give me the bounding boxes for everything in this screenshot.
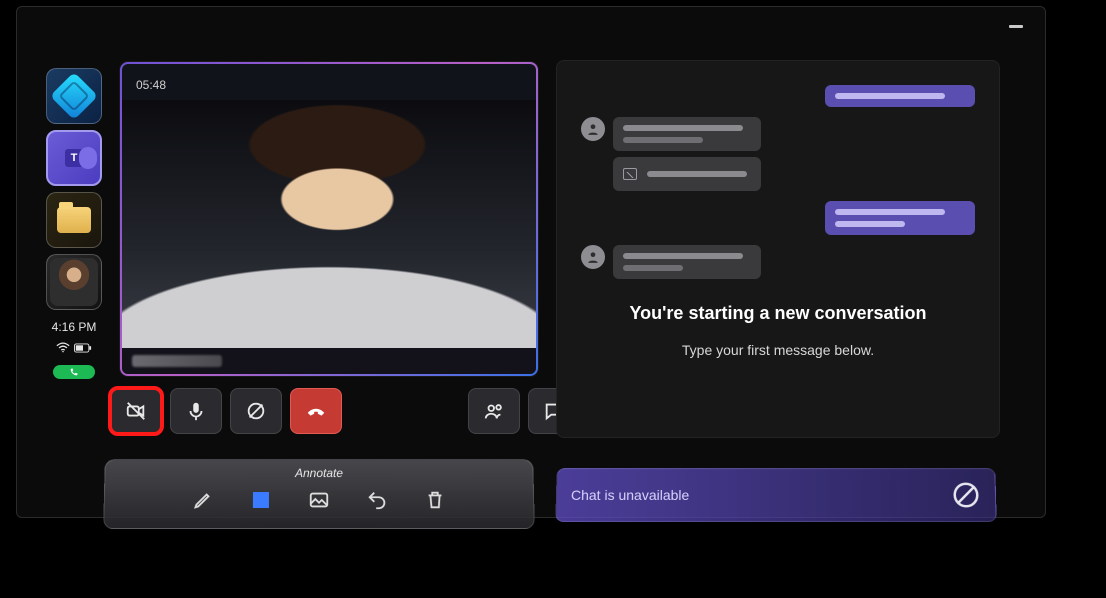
status-icons [56,342,92,353]
hangup-button[interactable] [290,388,342,434]
remote-video [122,100,536,348]
chat-empty-title: You're starting a new conversation [581,303,975,324]
undo-icon [366,489,388,511]
sidebar: T 4:16 PM [44,68,104,379]
camera-toggle-button[interactable] [110,388,162,434]
sidebar-item-contact[interactable] [46,254,102,310]
sidebar-item-logo[interactable] [46,68,102,124]
annotate-label: Annotate [295,466,343,480]
call-timer: 05:48 [136,78,166,92]
camera-off-icon [125,400,147,422]
people-icon [483,400,505,422]
sidebar-item-files[interactable] [46,192,102,248]
active-call-indicator[interactable] [53,365,95,379]
video-call-panel: 05:48 [120,62,538,376]
microphone-icon [185,400,207,422]
image-icon [308,489,330,511]
battery-icon [74,343,92,353]
undo-tool-button[interactable] [365,488,389,512]
phone-icon [69,367,79,377]
pen-icon [192,489,214,511]
annotate-toolbar: Annotate [103,459,535,529]
caller-name-bar [122,348,536,374]
chat-unavailable-text: Chat is unavailable [571,487,690,503]
teams-icon: T [65,149,83,167]
chat-mock-thread [581,85,975,279]
pen-tool-button[interactable] [191,488,215,512]
participants-button[interactable] [468,388,520,434]
avatar-icon [581,117,605,141]
call-controls [110,388,580,434]
hangup-icon [305,400,327,422]
minimize-button[interactable] [1009,25,1023,28]
square-icon [253,492,269,508]
image-tool-button[interactable] [307,488,331,512]
sidebar-item-teams[interactable]: T [46,130,102,186]
trash-icon [424,489,446,511]
share-off-icon [245,400,267,422]
delete-tool-button[interactable] [423,488,447,512]
microphone-toggle-button[interactable] [170,388,222,434]
share-disabled-icon [951,480,982,510]
share-toggle-button[interactable] [230,388,282,434]
chat-input-bar[interactable]: Chat is unavailable [555,468,996,522]
avatar-icon [50,258,98,306]
system-clock: 4:16 PM [52,320,97,334]
caller-name-redacted [132,355,222,367]
wifi-icon [56,342,70,353]
folder-icon [57,207,91,233]
app-logo-icon [50,72,98,120]
avatar-icon [581,245,605,269]
chat-empty-subtitle: Type your first message below. [581,342,975,358]
square-tool-button[interactable] [249,488,273,512]
chat-panel: You're starting a new conversation Type … [556,60,1000,438]
image-chip-icon [623,168,637,180]
